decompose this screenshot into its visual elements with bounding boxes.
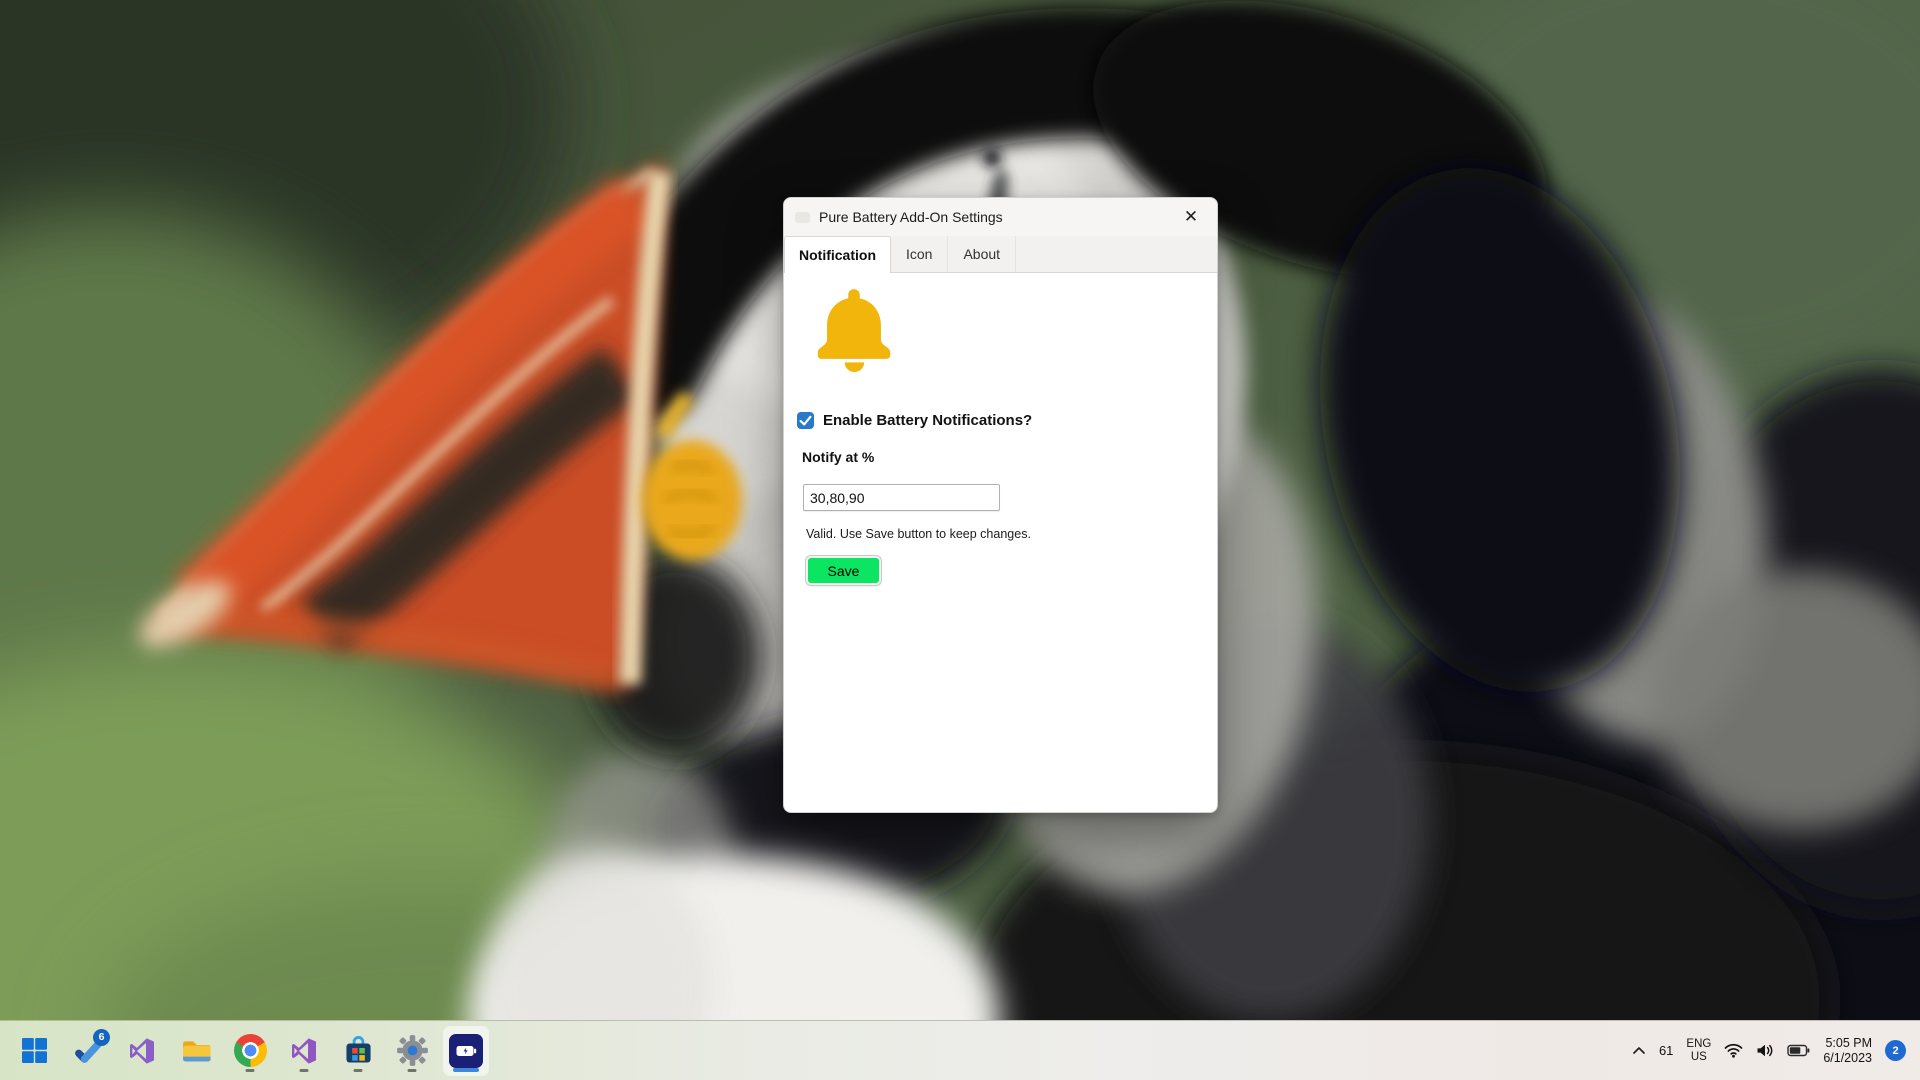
taskbar-app-microsoft-store[interactable]: [336, 1027, 380, 1075]
taskbar-app-todo[interactable]: 6: [66, 1027, 110, 1075]
battery-icon[interactable]: [1787, 1044, 1810, 1057]
running-indicator: [408, 1069, 417, 1072]
taskbar-app-chrome[interactable]: [228, 1027, 272, 1075]
language-line2: US: [1691, 1051, 1707, 1064]
tab-notification[interactable]: Notification: [784, 236, 891, 273]
app-window-icon: [795, 212, 810, 223]
running-indicator: [300, 1069, 309, 1072]
notification-tab-panel: Enable Battery Notifications? Notify at …: [784, 273, 1217, 813]
taskbar: 6: [0, 1020, 1920, 1080]
todo-badge-count: 6: [93, 1029, 110, 1046]
notification-count-badge[interactable]: 2: [1885, 1040, 1906, 1061]
visual-studio-icon: [288, 1035, 320, 1067]
window-title: Pure Battery Add-On Settings: [819, 209, 1003, 225]
clock-time: 5:05 PM: [1825, 1036, 1872, 1051]
close-icon[interactable]: ✕: [1178, 204, 1204, 230]
taskbar-app-visual-studio[interactable]: [120, 1027, 164, 1075]
tab-icon[interactable]: Icon: [891, 236, 948, 272]
chrome-icon: [234, 1034, 267, 1067]
clock[interactable]: 5:05 PM 6/1/2023: [1823, 1036, 1872, 1066]
notify-percent-input[interactable]: [803, 484, 1000, 511]
gear-icon: [396, 1034, 429, 1067]
enable-notifications-checkbox[interactable]: [797, 412, 814, 429]
battery-percent-text[interactable]: 61: [1659, 1043, 1673, 1058]
language-line1: ENG: [1686, 1038, 1711, 1051]
start-button[interactable]: [12, 1027, 56, 1075]
tab-bar: Notification Icon About: [784, 236, 1217, 273]
active-running-indicator: [453, 1068, 479, 1072]
pure-battery-settings-window: Pure Battery Add-On Settings ✕ Notificat…: [783, 197, 1218, 813]
wifi-icon[interactable]: [1724, 1043, 1743, 1058]
tab-about[interactable]: About: [948, 236, 1016, 272]
language-indicator[interactable]: ENG US: [1686, 1038, 1711, 1064]
bell-icon: [801, 282, 907, 388]
window-titlebar[interactable]: Pure Battery Add-On Settings ✕: [784, 198, 1217, 236]
system-tray: 61 ENG US: [1632, 1036, 1920, 1066]
taskbar-app-settings[interactable]: [390, 1027, 434, 1075]
running-indicator: [354, 1069, 363, 1072]
running-indicator: [246, 1069, 255, 1072]
taskbar-app-file-explorer[interactable]: [174, 1027, 218, 1075]
battery-app-icon: [449, 1034, 483, 1068]
folder-icon: [180, 1034, 213, 1067]
volume-icon[interactable]: [1756, 1043, 1774, 1058]
hidden-icons-chevron[interactable]: [1632, 1046, 1646, 1055]
enable-notifications-label: Enable Battery Notifications?: [823, 412, 1032, 429]
taskbar-app-visual-studio-2[interactable]: [282, 1027, 326, 1075]
checkmark-icon: [797, 412, 814, 429]
store-bag-icon: [342, 1034, 375, 1067]
visual-studio-icon: [126, 1035, 158, 1067]
windows-logo-icon: [21, 1037, 48, 1064]
taskbar-app-pure-battery[interactable]: [444, 1027, 488, 1075]
validation-message: Valid. Use Save button to keep changes.: [806, 527, 1031, 541]
clock-date: 6/1/2023: [1823, 1051, 1872, 1066]
taskbar-apps: 6: [0, 1027, 488, 1075]
notify-at-percent-label: Notify at %: [802, 449, 874, 465]
save-button[interactable]: Save: [806, 556, 881, 585]
